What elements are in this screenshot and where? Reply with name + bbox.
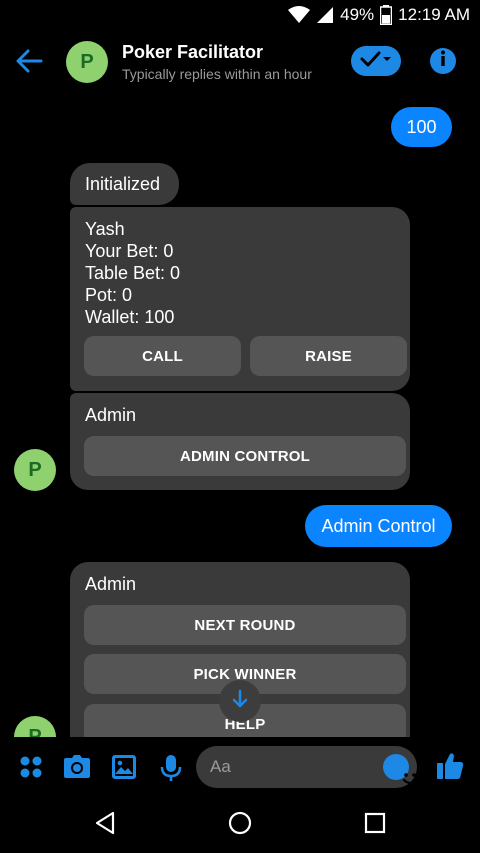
- message-input-placeholder: Aa: [210, 757, 231, 776]
- page-title[interactable]: Poker Facilitator: [122, 42, 263, 63]
- gallery-button[interactable]: [111, 754, 137, 785]
- triangle-back-icon: [94, 811, 116, 840]
- smiley-icon: [397, 765, 423, 796]
- avatar[interactable]: P: [14, 449, 56, 491]
- system-navigation-bar: [0, 797, 480, 853]
- game-status-card: Yash Your Bet: 0 Table Bet: 0 Pot: 0 Wal…: [70, 207, 410, 391]
- microphone-icon: [160, 755, 182, 786]
- sent-message[interactable]: Admin Control: [305, 505, 452, 547]
- square-recents-icon: [364, 812, 386, 839]
- like-button[interactable]: [436, 751, 464, 786]
- nav-home-button[interactable]: [226, 811, 254, 839]
- response-time-subtitle: Typically replies within an hour: [122, 66, 312, 82]
- wallet: Wallet: 100: [85, 307, 175, 327]
- conversation-header: P Poker Facilitator Typically replies wi…: [0, 30, 480, 94]
- more-actions-button[interactable]: [18, 754, 44, 785]
- nav-back-button[interactable]: [91, 811, 119, 839]
- table-bet: Table Bet: 0: [85, 263, 181, 283]
- info-button[interactable]: [430, 48, 456, 74]
- avatar[interactable]: P: [66, 41, 108, 83]
- admin-card: Admin ADMIN CONTROL: [70, 393, 410, 490]
- message-composer: Aa: [0, 737, 480, 797]
- battery-icon: [380, 5, 393, 25]
- clock: 12:19 AM: [398, 5, 470, 24]
- received-message[interactable]: Initialized: [70, 163, 179, 205]
- battery-percent: 49%: [340, 5, 375, 24]
- quick-reply-menu-button[interactable]: [351, 46, 401, 76]
- circle-home-icon: [228, 811, 252, 840]
- sent-message[interactable]: 100: [391, 107, 452, 147]
- call-button[interactable]: CALL: [84, 336, 241, 376]
- admin-card-title: Admin: [85, 574, 137, 594]
- nav-recents-button[interactable]: [361, 811, 389, 839]
- image-icon: [111, 755, 137, 784]
- thumbs-up-icon: [436, 753, 464, 785]
- camera-button[interactable]: [63, 754, 91, 785]
- checkmark-icon: [359, 51, 393, 72]
- arrow-left-icon: [14, 49, 44, 80]
- raise-button[interactable]: RAISE: [250, 336, 407, 376]
- player-name: Yash: [85, 219, 125, 239]
- admin-card: Admin NEXT ROUND PICK WINNER HELP: [70, 562, 410, 752]
- next-round-button[interactable]: NEXT ROUND: [84, 605, 406, 645]
- voice-button[interactable]: [160, 754, 182, 787]
- arrow-down-icon: [231, 689, 249, 714]
- four-dots-icon: [18, 756, 44, 784]
- back-button[interactable]: [14, 46, 50, 78]
- info-icon: [430, 46, 456, 77]
- camera-icon: [63, 755, 91, 784]
- status-icons: 49% 12:19 AM: [288, 4, 470, 26]
- admin-card-title: Admin: [85, 405, 137, 425]
- scroll-to-bottom-button[interactable]: [219, 680, 261, 722]
- pot: Pot: 0: [85, 285, 133, 305]
- your-bet: Your Bet: 0: [85, 241, 174, 261]
- emoji-button[interactable]: [383, 754, 418, 785]
- wifi-icon: [288, 6, 311, 24]
- message-input[interactable]: Aa: [196, 746, 418, 788]
- status-bar: 49% 12:19 AM: [0, 0, 480, 30]
- cell-signal-icon: [316, 6, 334, 24]
- admin-control-button[interactable]: ADMIN CONTROL: [84, 436, 406, 476]
